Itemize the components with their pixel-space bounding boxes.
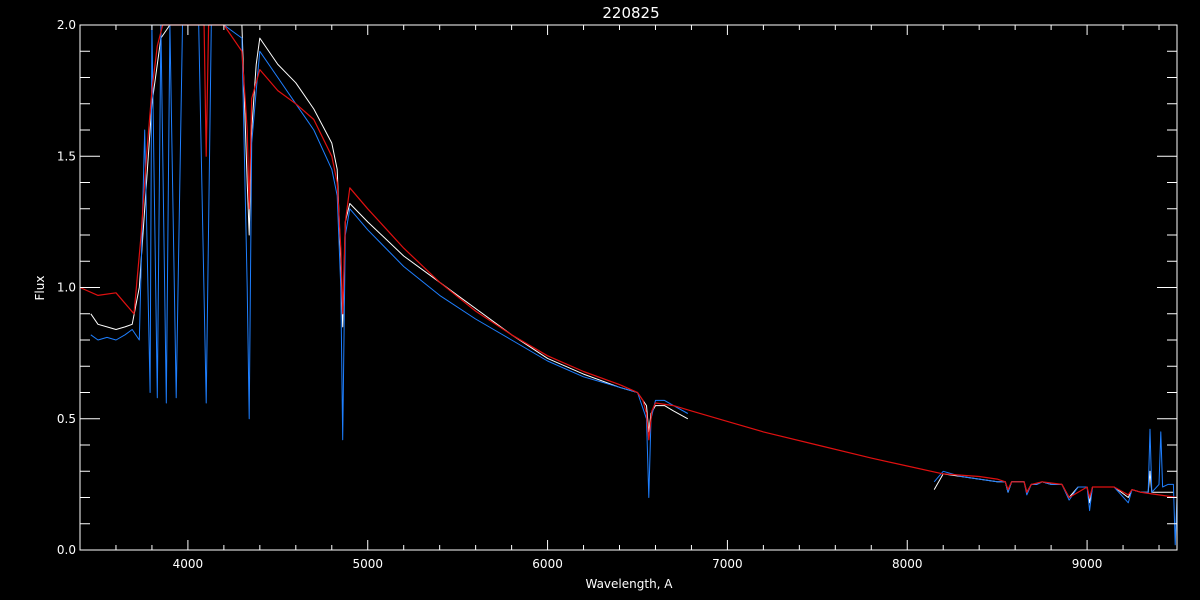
x-tick-label: 4000 — [173, 557, 204, 571]
x-axis-label: Wavelength, A — [585, 577, 673, 591]
chart-title: 220825 — [602, 4, 659, 22]
x-tick-label: 6000 — [532, 557, 563, 571]
spectrum-chart: 4000 5000 6000 7000 8000 90000.00.51.01.52.0 … — [0, 0, 1200, 600]
y-tick-label: 0.0 — [57, 543, 76, 557]
x-tick-label: 7000 — [712, 557, 743, 571]
y-tick-label: 1.0 — [57, 281, 76, 295]
x-tick-label: 8000 — [892, 557, 923, 571]
x-tick-label: 9000 — [1072, 557, 1103, 571]
y-tick-label: 2.0 — [57, 18, 76, 32]
x-tick-label: 5000 — [352, 557, 383, 571]
y-axis-label: Flux — [33, 276, 47, 301]
chart-background — [0, 0, 1200, 600]
y-tick-label: 0.5 — [57, 412, 76, 426]
y-tick-label: 1.5 — [57, 149, 76, 163]
